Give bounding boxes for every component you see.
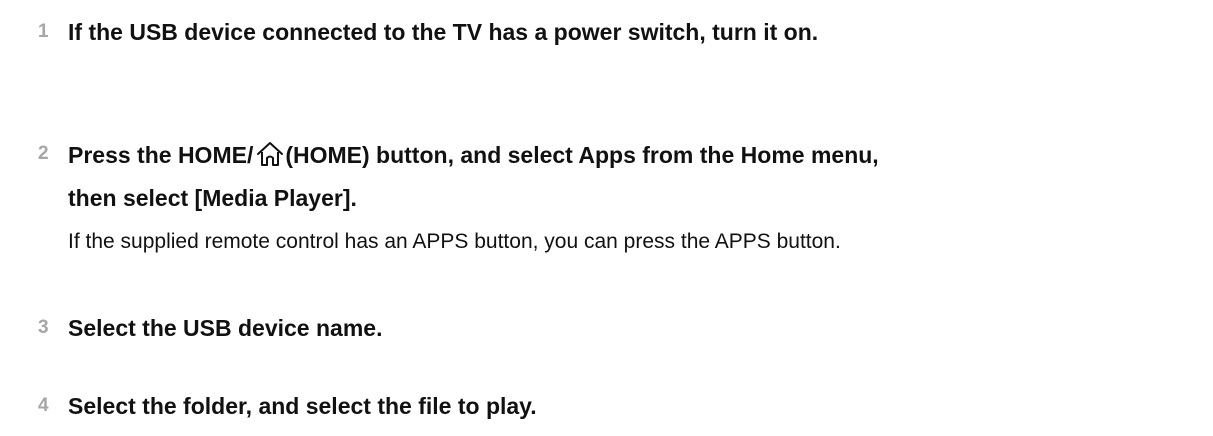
step-note: If the supplied remote control has an AP…	[68, 230, 841, 253]
step-instruction: If the USB device connected to the TV ha…	[68, 19, 819, 45]
step-number: 4	[38, 395, 49, 416]
step-instruction-line2: then select [Media Player].	[68, 185, 357, 211]
step-number: 3	[38, 317, 49, 338]
step-instruction: Select the USB device name.	[68, 315, 383, 341]
step-number: 1	[38, 21, 49, 42]
step-instruction-after-icon: (HOME) button, and select Apps from the …	[285, 142, 879, 168]
step-number: 2	[38, 143, 49, 164]
step-instruction: Select the folder, and select the file t…	[68, 393, 537, 419]
step-instruction-line1: Press the HOME/ (HOME) button, and select…	[68, 141, 879, 173]
step-instruction-before-icon: Press the HOME/	[68, 142, 254, 168]
home-icon	[256, 141, 284, 173]
